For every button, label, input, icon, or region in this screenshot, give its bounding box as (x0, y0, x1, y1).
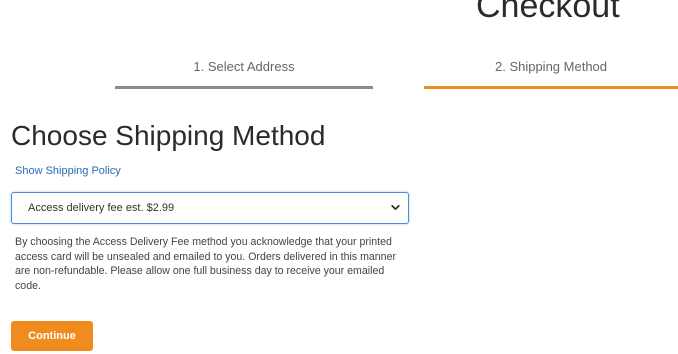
page-title: Checkout (476, 0, 620, 25)
shipping-method-selected-value: Access delivery fee est. $2.99 (28, 202, 175, 214)
step-label: 1. Select Address (193, 59, 295, 74)
step-progress-bar (424, 86, 678, 89)
section-title: Choose Shipping Method (11, 120, 326, 151)
checkout-page: Checkout 1. Select Address 2. Shipping M… (0, 0, 678, 354)
continue-button[interactable]: Continue (11, 321, 93, 351)
shipping-method-select[interactable]: Access delivery fee est. $2.99 (11, 192, 409, 224)
step-select-address[interactable]: 1. Select Address (115, 58, 373, 89)
step-shipping-method[interactable]: 2. Shipping Method (424, 58, 678, 89)
step-label: 2. Shipping Method (494, 59, 608, 74)
step-progress-bar (115, 86, 373, 89)
show-shipping-policy-link[interactable]: Show Shipping Policy (15, 165, 121, 177)
chevron-down-icon (391, 204, 400, 211)
checkout-steps: 1. Select Address 2. Shipping Method (0, 58, 678, 98)
delivery-fee-notice: By choosing the Access Delivery Fee meth… (15, 236, 396, 292)
